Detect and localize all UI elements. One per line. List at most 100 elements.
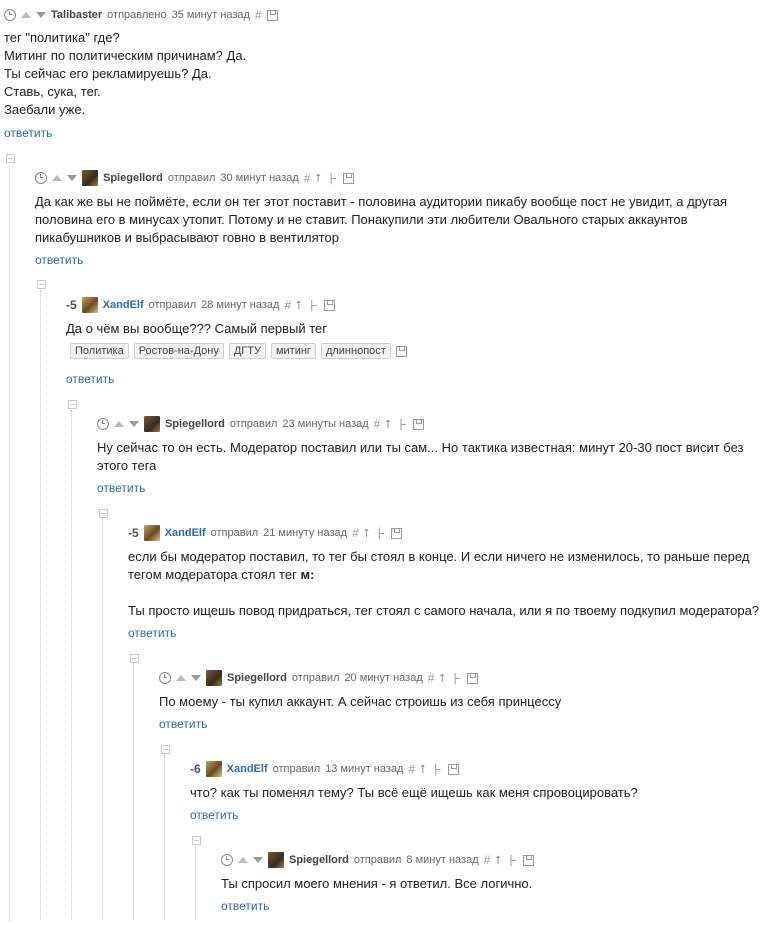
avatar[interactable]	[143, 525, 160, 541]
avatar[interactable]	[82, 170, 98, 186]
collapse-toggle[interactable]	[6, 154, 15, 163]
parent-arrow-icon[interactable]: ⭡	[296, 298, 302, 313]
timestamp[interactable]: 23 минуты назад	[282, 418, 368, 430]
save-icon[interactable]	[467, 672, 479, 684]
branch-icon[interactable]: ⺊	[307, 297, 319, 314]
username[interactable]: Talibaster	[51, 9, 102, 21]
tag[interactable]: митинг	[270, 343, 316, 359]
timestamp[interactable]: 28 минут назад	[201, 299, 279, 311]
branch-icon[interactable]: ⺊	[506, 852, 518, 869]
thread-line	[71, 410, 72, 920]
username[interactable]: XandElf	[165, 527, 206, 539]
permalink-icon[interactable]: #	[284, 298, 291, 312]
upvote-icon[interactable]	[238, 857, 248, 863]
permalink-icon[interactable]: #	[484, 853, 491, 867]
parent-arrow-icon[interactable]: ⭡	[420, 762, 426, 777]
downvote-icon[interactable]	[191, 675, 201, 681]
username[interactable]: Spiegellord	[227, 672, 287, 684]
avatar[interactable]	[81, 297, 98, 313]
branch-icon[interactable]: ⺊	[396, 416, 408, 433]
branch-icon[interactable]: ⺊	[374, 525, 386, 542]
upvote-icon[interactable]	[21, 12, 31, 18]
permalink-icon[interactable]: #	[428, 671, 435, 685]
action-text: отправлено	[107, 9, 167, 21]
timestamp[interactable]: 30 минут назад	[220, 172, 298, 184]
collapse-toggle[interactable]	[130, 654, 139, 663]
save-icon[interactable]	[447, 763, 459, 775]
save-icon[interactable]	[413, 418, 424, 430]
permalink-icon[interactable]: #	[352, 526, 359, 540]
tag-list: Политика Ростов-на-Дону ДГТУ митинг длин…	[70, 343, 407, 359]
reply-link[interactable]: ответить	[66, 372, 114, 386]
avatar[interactable]	[144, 416, 160, 432]
rating: -5	[128, 526, 139, 540]
thread-line	[40, 290, 41, 920]
reply-link[interactable]: ответить	[4, 126, 52, 140]
username[interactable]: Spiegellord	[103, 172, 163, 184]
username[interactable]: XandElf	[103, 299, 144, 311]
permalink-icon[interactable]: #	[255, 8, 262, 22]
branch-icon[interactable]: ⺊	[431, 761, 443, 778]
reply-link[interactable]: ответить	[97, 481, 145, 495]
downvote-icon[interactable]	[67, 175, 77, 181]
collapse-toggle[interactable]	[37, 280, 46, 289]
action-text: отправил	[167, 172, 216, 184]
timestamp[interactable]: 20 минут назад	[344, 672, 422, 684]
comment-header: -5 XandElf отправил 28 минут назад # ⭡ ⺊	[66, 297, 335, 313]
parent-arrow-icon[interactable]: ⭡	[495, 853, 501, 868]
permalink-icon[interactable]: #	[304, 171, 311, 185]
username[interactable]: Spiegellord	[289, 854, 349, 866]
upvote-icon[interactable]	[52, 175, 62, 181]
action-text: отправил	[353, 854, 402, 866]
comment-header: Spiegellord отправил 8 минут назад # ⭡ ⺊	[221, 852, 534, 868]
save-icon[interactable]	[323, 299, 335, 311]
timestamp[interactable]: 8 минут назад	[406, 854, 478, 866]
tag[interactable]: длиннопост	[320, 343, 391, 359]
downvote-icon[interactable]	[253, 857, 263, 863]
reply-link[interactable]: ответить	[190, 808, 238, 822]
reply-link[interactable]: ответить	[128, 626, 176, 640]
permalink-icon[interactable]: #	[374, 417, 381, 431]
rating: -6	[190, 762, 201, 776]
save-icon[interactable]	[522, 854, 534, 866]
collapse-toggle[interactable]	[68, 400, 77, 409]
thread-line	[195, 845, 196, 920]
avatar[interactable]	[205, 761, 222, 777]
downvote-icon[interactable]	[129, 421, 139, 427]
collapse-toggle[interactable]	[161, 745, 170, 754]
collapse-toggle[interactable]	[192, 836, 201, 845]
parent-arrow-icon[interactable]: ⭡	[439, 671, 445, 686]
comment-header: -5 XandElf отправил 21 минуту назад # ⭡ …	[128, 525, 403, 542]
reply-link[interactable]: ответить	[35, 253, 83, 267]
reply-link[interactable]: ответить	[159, 717, 207, 731]
parent-arrow-icon[interactable]: ⭡	[385, 417, 391, 432]
timestamp[interactable]: 13 минут назад	[325, 763, 403, 775]
bold-word: м:	[300, 567, 315, 582]
timestamp[interactable]: 21 минуту назад	[263, 527, 347, 539]
parent-arrow-icon[interactable]: ⭡	[315, 171, 321, 186]
save-icon[interactable]	[343, 172, 355, 184]
save-icon[interactable]	[266, 9, 278, 21]
downvote-icon[interactable]	[36, 12, 46, 18]
comment-body: если бы модератор поставил, то тег бы ст…	[128, 549, 760, 618]
username[interactable]: Spiegellord	[165, 418, 225, 430]
collapse-toggle[interactable]	[99, 509, 108, 518]
parent-arrow-icon[interactable]: ⭡	[364, 526, 370, 541]
permalink-icon[interactable]: #	[408, 762, 415, 776]
upvote-icon[interactable]	[176, 675, 186, 681]
upvote-icon[interactable]	[114, 421, 124, 427]
comment-header: Spiegellord отправил 23 минуты назад # ⭡…	[97, 416, 424, 432]
timestamp[interactable]: 35 минут назад	[172, 9, 250, 21]
username[interactable]: XandElf	[227, 763, 268, 775]
branch-icon[interactable]: ⺊	[450, 670, 462, 687]
avatar[interactable]	[268, 852, 284, 868]
tag[interactable]: Политика	[70, 343, 129, 359]
save-icon[interactable]	[391, 527, 403, 539]
tag[interactable]: ДГТУ	[228, 343, 266, 359]
branch-icon[interactable]: ⺊	[326, 170, 338, 187]
action-text: отправил	[148, 299, 197, 311]
avatar[interactable]	[206, 670, 222, 686]
save-icon[interactable]	[395, 345, 407, 357]
tag[interactable]: Ростов-на-Дону	[133, 343, 224, 359]
reply-link[interactable]: ответить	[221, 899, 269, 913]
